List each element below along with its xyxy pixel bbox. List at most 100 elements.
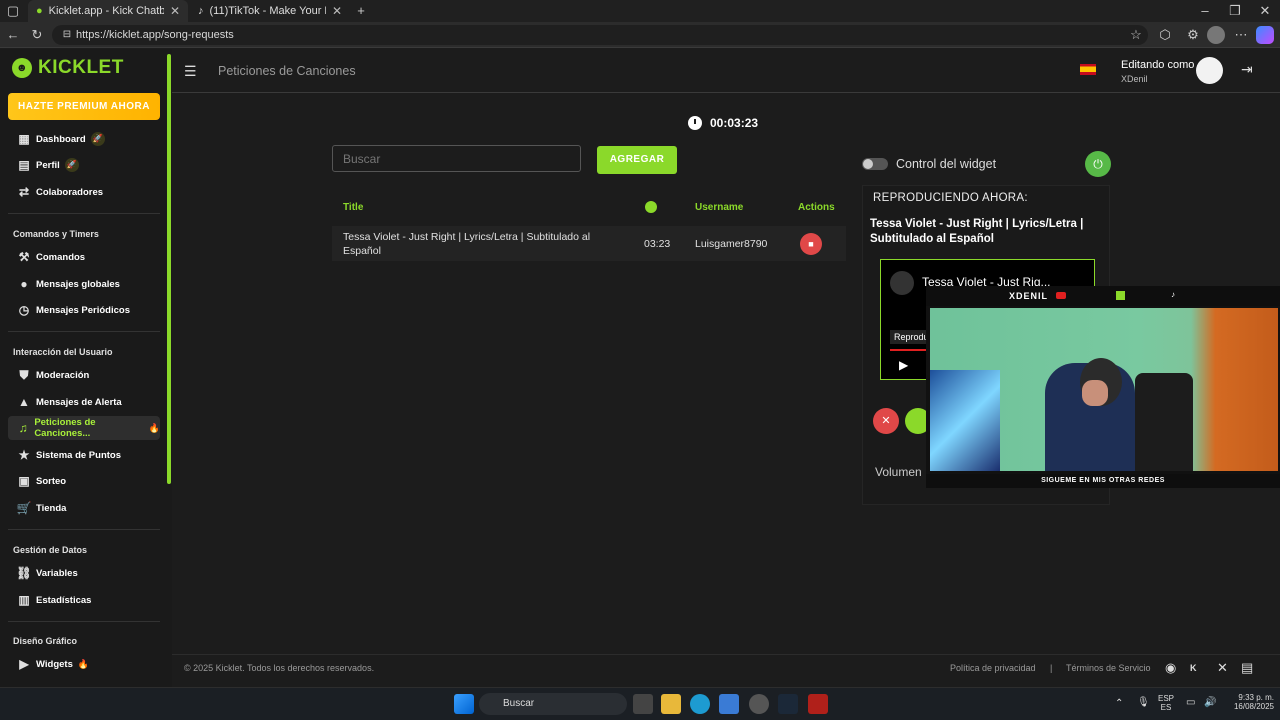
terms-link[interactable]: Términos de Servicio bbox=[1066, 663, 1151, 673]
windows-start-icon[interactable] bbox=[454, 694, 474, 714]
power-button[interactable]: ⏻ bbox=[1085, 151, 1111, 177]
url-field[interactable]: https://kicklet.app/song-requests bbox=[52, 25, 1148, 45]
sidebar-item-song-requests[interactable]: ♫ Peticiones de Canciones... 🔥 bbox=[8, 416, 160, 440]
privacy-link[interactable]: Política de privacidad bbox=[950, 663, 1036, 673]
tiktok-icon: ♪ bbox=[1171, 290, 1175, 299]
user-area: Editando como XDenil ⇥ bbox=[1078, 57, 1268, 87]
cart-icon: 🛒 bbox=[16, 501, 32, 515]
duration-cell: 03:23 bbox=[644, 238, 671, 250]
sidebar-item-profile[interactable]: ▤ Perfil 🚀 bbox=[8, 153, 160, 177]
widget-control-label: Control del widget bbox=[896, 157, 997, 171]
document-icon[interactable]: ▤ bbox=[1241, 660, 1253, 676]
discord-icon[interactable]: ◉ bbox=[1165, 660, 1176, 676]
refresh-icon[interactable]: ↻ bbox=[28, 26, 46, 44]
tab-actions-icon[interactable]: ▢ bbox=[4, 2, 22, 20]
sidebar-item-store[interactable]: 🛒 Tienda bbox=[8, 496, 160, 520]
tab-tiktok[interactable]: ♪ (11)TikTok - Make Your Day ✕ bbox=[190, 0, 350, 22]
sidebar-item-giveaway[interactable]: ▣ Sorteo bbox=[8, 469, 160, 493]
browser-tools-icon[interactable]: ⚙ bbox=[1184, 26, 1202, 44]
add-button[interactable]: AGREGAR bbox=[597, 146, 677, 174]
microphone-icon[interactable]: 🎙 bbox=[1137, 697, 1150, 708]
profile-avatar-icon[interactable] bbox=[1207, 26, 1225, 44]
footer-separator: | bbox=[1050, 663, 1053, 673]
widget-control-toggle[interactable] bbox=[862, 158, 888, 170]
sidebar-item-moderation[interactable]: ⛊ Moderación bbox=[8, 363, 160, 387]
clock[interactable]: 9:33 p. m. 16/08/2025 bbox=[1224, 693, 1274, 711]
app-icon[interactable] bbox=[749, 694, 769, 714]
now-playing-title: Tessa Violet - Just Right | Lyrics/Letra… bbox=[870, 218, 1084, 245]
browser-tab-bar: ▢ ● Kicklet.app - Kick Chatbot and Ov ✕ … bbox=[0, 0, 1280, 22]
alert-icon: ▲ bbox=[18, 395, 30, 409]
sidebar-item-dashboard[interactable]: ▦ Dashboard 🚀 bbox=[8, 127, 160, 151]
maximize-icon[interactable]: ❐ bbox=[1226, 2, 1244, 20]
steam-icon[interactable] bbox=[778, 694, 798, 714]
volume-label: Volumen bbox=[875, 465, 922, 479]
edge-icon[interactable] bbox=[690, 694, 710, 714]
app-logo[interactable]: ☻ KICKLET bbox=[12, 57, 124, 79]
task-view-icon[interactable] bbox=[633, 694, 653, 714]
sidebar-item-commands[interactable]: ⚒ Comandos bbox=[8, 245, 160, 269]
window-close-icon[interactable]: ✕ bbox=[1256, 2, 1274, 20]
skip-song-button[interactable]: ✕ bbox=[873, 408, 899, 434]
logo-text: KICKLET bbox=[38, 57, 124, 78]
search-input[interactable] bbox=[332, 145, 581, 172]
sidebar-item-label: Sistema de Puntos bbox=[36, 449, 121, 461]
kick-social-icon[interactable]: K bbox=[1190, 663, 1197, 673]
spain-flag-icon[interactable] bbox=[1080, 64, 1096, 75]
taskbar-search[interactable]: Buscar bbox=[479, 693, 627, 715]
language-indicator[interactable]: ESP ES bbox=[1158, 694, 1174, 712]
sidebar-item-periodic-messages[interactable]: ◷ Mensajes Periódicos bbox=[8, 298, 160, 322]
sidebar-item-label: Dashboard bbox=[36, 133, 86, 145]
dashboard-icon: ▦ bbox=[18, 132, 30, 146]
play-icon[interactable]: ▶ bbox=[899, 358, 908, 372]
site-info-icon[interactable]: ⊟ bbox=[58, 26, 76, 44]
sidebar-item-collaborators[interactable]: ⇄ Colaboradores bbox=[8, 180, 160, 204]
new-tab-icon[interactable]: + bbox=[352, 2, 370, 20]
store-icon[interactable] bbox=[719, 694, 739, 714]
progress-bar[interactable] bbox=[890, 349, 930, 351]
sidebar-item-global-messages[interactable]: ● Mensajes globales bbox=[8, 272, 160, 296]
close-icon[interactable]: ✕ bbox=[170, 4, 180, 18]
copilot-icon[interactable] bbox=[1256, 26, 1274, 44]
delete-button[interactable]: ■ bbox=[800, 233, 822, 255]
hammer-icon: ⚒ bbox=[18, 250, 30, 264]
section-title: Interacción del Usuario bbox=[13, 347, 113, 357]
sidebar-scrollbar[interactable] bbox=[167, 54, 171, 484]
youtube-icon bbox=[1056, 292, 1066, 299]
volume-icon[interactable]: 🔊 bbox=[1204, 697, 1216, 708]
sidebar-item-label: Colaboradores bbox=[36, 186, 104, 198]
back-icon[interactable]: ← bbox=[4, 26, 22, 44]
sidebar-item-alert-messages[interactable]: ▲ Mensajes de Alerta bbox=[8, 390, 160, 414]
column-header-username: Username bbox=[695, 202, 744, 213]
sidebar-item-statistics[interactable]: ▥ Estadísticas bbox=[8, 588, 160, 612]
tab-kicklet[interactable]: ● Kicklet.app - Kick Chatbot and Ov ✕ bbox=[28, 0, 188, 22]
premium-button[interactable]: HAZTE PREMIUM AHORA bbox=[8, 93, 160, 120]
sidebar-item-label: Perfil bbox=[36, 159, 60, 171]
network-icon[interactable]: ▭ bbox=[1186, 697, 1195, 708]
sidebar-item-label: Variables bbox=[36, 567, 78, 579]
game-icon[interactable] bbox=[808, 694, 828, 714]
username-label: XDenil bbox=[1121, 74, 1148, 84]
sidebar-item-points-system[interactable]: ★ Sistema de Puntos bbox=[8, 443, 160, 467]
close-icon[interactable]: ✕ bbox=[332, 4, 342, 18]
sidebar-item-variables[interactable]: ⛓ Variables bbox=[8, 561, 160, 585]
more-menu-icon[interactable]: ⋯ bbox=[1232, 26, 1250, 44]
logout-icon[interactable]: ⇥ bbox=[1241, 61, 1253, 78]
favorite-star-icon[interactable]: ☆ bbox=[1127, 26, 1145, 44]
avatar[interactable] bbox=[1196, 57, 1223, 84]
music-icon: ♫ bbox=[18, 421, 28, 435]
duration-clock-icon bbox=[645, 201, 657, 213]
sidebar-item-widgets[interactable]: ▶ Widgets 🔥 bbox=[8, 652, 160, 676]
column-header-actions: Actions bbox=[798, 202, 835, 213]
sidebar-item-label: Tienda bbox=[36, 502, 67, 514]
minimize-icon[interactable]: – bbox=[1196, 2, 1214, 20]
menu-toggle-icon[interactable]: ☰ bbox=[184, 63, 197, 80]
now-playing-label: REPRODUCIENDO AHORA: bbox=[873, 192, 1028, 204]
tray-overflow-icon[interactable]: ⌃ bbox=[1115, 698, 1123, 709]
x-twitter-icon[interactable]: ✕ bbox=[1217, 660, 1228, 676]
extensions-icon[interactable]: ⬡ bbox=[1156, 26, 1174, 44]
file-explorer-icon[interactable] bbox=[661, 694, 681, 714]
sidebar-item-label: Sorteo bbox=[36, 475, 67, 487]
channel-avatar bbox=[890, 271, 914, 295]
overlay-brand: XDENIL bbox=[1009, 291, 1049, 301]
